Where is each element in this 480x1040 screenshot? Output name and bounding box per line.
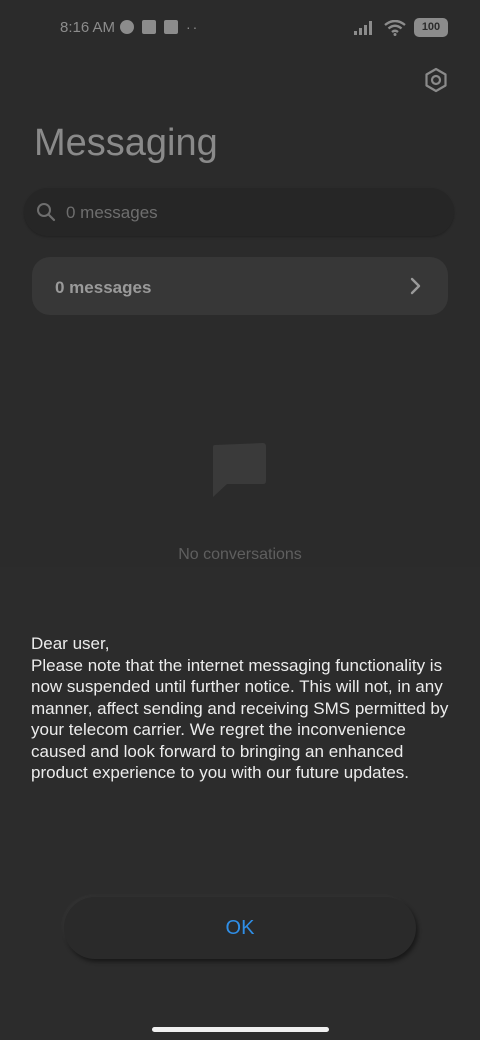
more-notifications-icon: ·· [186,19,200,35]
app-notification-icon [120,20,134,34]
signal-icon [354,20,372,35]
chat-bubble-icon [213,443,266,497]
empty-state-text: No conversations [178,546,302,563]
battery-icon: 100 [414,18,448,37]
status-time: 8:16 AM [60,19,116,36]
summary-label: 0 messages [55,278,152,297]
status-bar: 8:16 AM ·· 100 [0,0,480,56]
home-indicator[interactable] [152,1027,329,1032]
dialog-greeting: Dear user, [31,634,110,653]
screen: 8:16 AM ·· 100 Messaging 0 messages 0 me… [0,0,480,1040]
notice-dialog: Dear user, Please note that the internet… [0,567,480,1040]
settings-hexagon-icon[interactable] [422,66,450,94]
dialog-message: Dear user, Please note that the internet… [31,633,461,784]
page-title: Messaging [34,122,218,164]
messages-summary-card[interactable]: 0 messages [32,257,448,315]
system-icons: 100 [354,18,448,37]
search-input[interactable]: 0 messages [24,188,454,236]
app-notification-icon [164,20,178,34]
wifi-icon [384,19,406,36]
chevron-right-icon [410,277,421,295]
app-notification-icon [142,20,156,34]
dialog-notice-text: Please note that the internet messaging … [31,655,449,783]
search-placeholder: 0 messages [66,203,158,222]
ok-button[interactable]: OK [64,897,416,959]
notification-icons: ·· [120,19,199,35]
search-icon [37,203,56,222]
